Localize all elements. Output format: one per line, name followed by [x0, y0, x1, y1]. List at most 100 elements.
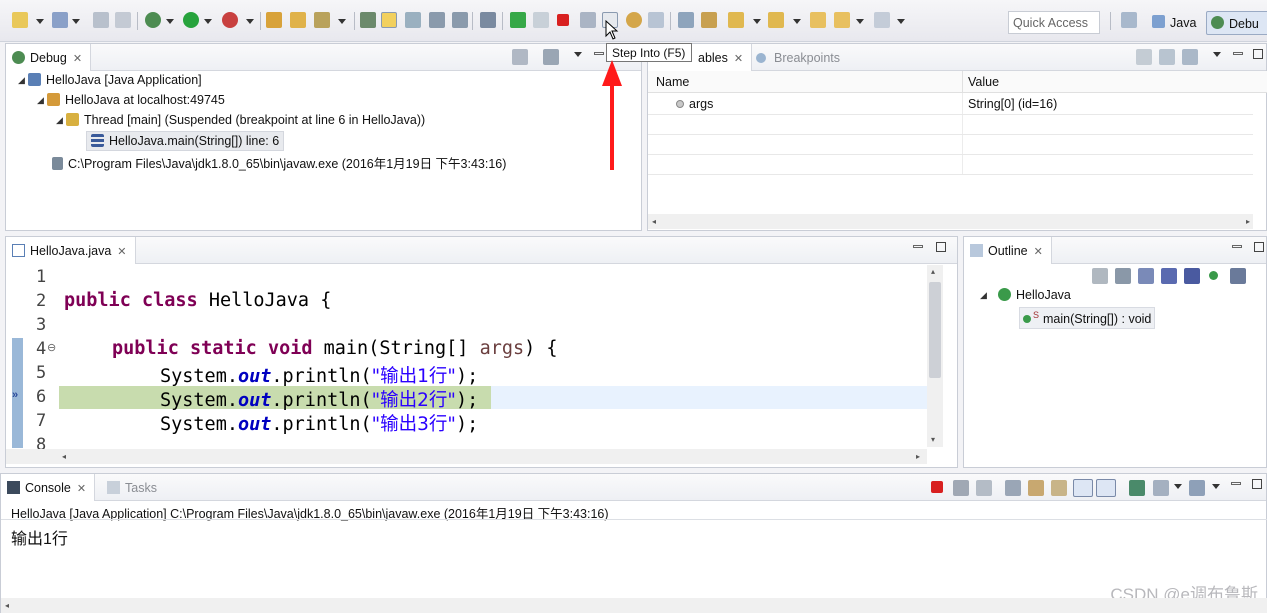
console-output[interactable]: 输出1行: [11, 525, 68, 549]
tab-hellojava[interactable]: HelloJava.java ✕: [6, 237, 136, 264]
chevron-down-icon[interactable]: [753, 19, 761, 24]
save-all-icon[interactable]: [115, 12, 131, 28]
outline-class-item[interactable]: ◢ HelloJava: [980, 288, 1071, 302]
display-console-icon[interactable]: [1153, 480, 1169, 496]
tree-item-vm[interactable]: ◢ HelloJava at localhost:49745: [37, 93, 225, 107]
word-wrap-icon[interactable]: [1051, 480, 1067, 496]
code-line-7[interactable]: System.out.println("输出3行");: [160, 410, 478, 436]
chevron-down-icon[interactable]: [204, 19, 212, 24]
chevron-down-icon[interactable]: [856, 19, 864, 24]
open-perspective-icon[interactable]: [1121, 12, 1137, 28]
hide-static-icon[interactable]: [1161, 268, 1177, 284]
scroll-right-icon[interactable]: ▸: [1246, 217, 1250, 226]
close-icon[interactable]: ✕: [117, 246, 126, 258]
tree-item-launch[interactable]: ◢ HelloJava [Java Application]: [18, 73, 202, 87]
block-selection-icon[interactable]: [429, 12, 445, 28]
outline-method-item[interactable]: Smain(String[]) : void: [1019, 307, 1156, 329]
editor-horizontal-scrollbar[interactable]: ◂ ▸: [6, 449, 927, 464]
show-logical-icon[interactable]: [1159, 49, 1175, 65]
column-name-header[interactable]: Name: [656, 75, 689, 89]
scroll-right-icon[interactable]: ▸: [916, 452, 920, 461]
back-icon[interactable]: [834, 12, 850, 28]
toggle-mark-icon[interactable]: [405, 12, 421, 28]
fold-icon[interactable]: ⊖: [47, 341, 56, 354]
chevron-down-icon[interactable]: [574, 52, 582, 57]
pin-console-icon[interactable]: [1129, 480, 1145, 496]
skip-breakpoints-icon[interactable]: [381, 12, 397, 28]
expand-icon[interactable]: ◢: [56, 115, 66, 126]
view-menu-icon[interactable]: [1092, 268, 1108, 284]
debug-bug-icon[interactable]: [145, 12, 161, 28]
show-type-names-icon[interactable]: [1136, 49, 1152, 65]
minimize-icon[interactable]: [594, 52, 604, 55]
scroll-left-icon[interactable]: ◂: [62, 452, 66, 461]
resume-icon[interactable]: [510, 12, 526, 28]
hide-fields-icon[interactable]: [1138, 268, 1154, 284]
scrollbar-thumb[interactable]: [929, 282, 941, 378]
tab-debug[interactable]: Debug ✕: [6, 44, 92, 71]
show-on-output-icon[interactable]: [1073, 479, 1093, 497]
new-icon[interactable]: [12, 12, 28, 28]
toggle-breakpoint-icon[interactable]: [360, 12, 376, 28]
close-icon[interactable]: ✕: [734, 53, 743, 65]
minimize-icon[interactable]: [1232, 245, 1242, 248]
run-icon[interactable]: [183, 12, 199, 28]
use-step-filters-icon[interactable]: [701, 12, 717, 28]
code-line-2[interactable]: public class HelloJava {: [64, 290, 331, 311]
variable-row[interactable]: args: [676, 97, 713, 111]
maximize-icon[interactable]: [936, 242, 946, 252]
minimize-icon[interactable]: [1233, 52, 1243, 55]
remove-all-terminated-icon[interactable]: [976, 480, 992, 496]
step-return-icon[interactable]: [648, 12, 664, 28]
column-value-header[interactable]: Value: [968, 75, 999, 89]
expand-icon[interactable]: ◢: [18, 75, 28, 86]
quick-access-input[interactable]: Quick Access: [1008, 11, 1100, 34]
minimize-icon[interactable]: [913, 245, 923, 248]
link-editor-icon[interactable]: [1230, 268, 1246, 284]
collapse-all-icon[interactable]: [1182, 49, 1198, 65]
tree-item-stackframe[interactable]: HelloJava.main(String[]) line: 6: [86, 131, 285, 151]
last-edit-icon[interactable]: [810, 12, 826, 28]
remove-launch-icon[interactable]: [953, 480, 969, 496]
scroll-down-icon[interactable]: ▾: [931, 435, 935, 444]
chevron-down-icon[interactable]: [793, 19, 801, 24]
chevron-down-icon[interactable]: [1213, 52, 1221, 57]
close-icon[interactable]: ✕: [77, 483, 86, 495]
scroll-left-icon[interactable]: ◂: [652, 217, 656, 226]
save-icon[interactable]: [93, 12, 109, 28]
show-on-error-icon[interactable]: [1096, 479, 1116, 497]
wand-icon[interactable]: [314, 12, 330, 28]
drop-to-frame-icon[interactable]: [678, 12, 694, 28]
chevron-down-icon[interactable]: [1174, 484, 1182, 489]
scroll-lock-icon[interactable]: [1028, 480, 1044, 496]
horizontal-scrollbar[interactable]: ◂ ▸: [648, 214, 1253, 229]
chevron-down-icon[interactable]: [166, 19, 174, 24]
open-folder-icon[interactable]: [290, 12, 306, 28]
chevron-down-icon[interactable]: [36, 19, 44, 24]
tree-item-thread[interactable]: ◢ Thread [main] (Suspended (breakpoint at…: [56, 113, 425, 127]
chevron-down-icon[interactable]: [72, 19, 80, 24]
expand-icon[interactable]: ◢: [37, 95, 47, 106]
minimize-icon[interactable]: [1231, 482, 1241, 485]
editor-vertical-scrollbar[interactable]: ▴ ▾: [927, 265, 943, 447]
hide-nonpublic-icon[interactable]: [1184, 268, 1200, 284]
terminate-icon[interactable]: [557, 14, 569, 26]
perspective-debug[interactable]: Debu: [1206, 11, 1267, 35]
tree-item-process[interactable]: C:\Program Files\Java\jdk1.8.0_65\bin\ja…: [52, 153, 506, 172]
open-console-icon[interactable]: [1189, 480, 1205, 496]
code-line-6[interactable]: System.out.println("输出2行");: [160, 386, 478, 412]
tab-outline[interactable]: Outline ✕: [964, 237, 1052, 264]
tab-breakpoints[interactable]: Breakpoints: [750, 44, 848, 71]
step-over-icon[interactable]: [626, 12, 642, 28]
chevron-down-icon[interactable]: [338, 19, 346, 24]
clear-console-icon[interactable]: [1005, 480, 1021, 496]
terminate-icon[interactable]: [931, 481, 943, 493]
sort-icon[interactable]: [1115, 268, 1131, 284]
next-annotation-icon[interactable]: [728, 12, 744, 28]
scroll-left-icon[interactable]: ◂: [5, 601, 9, 610]
forward-icon[interactable]: [874, 12, 890, 28]
maximize-icon[interactable]: [1253, 49, 1263, 59]
close-icon[interactable]: ✕: [73, 53, 82, 65]
tab-console[interactable]: Console ✕: [1, 474, 96, 501]
console-horizontal-scrollbar[interactable]: ◂: [1, 598, 1267, 613]
